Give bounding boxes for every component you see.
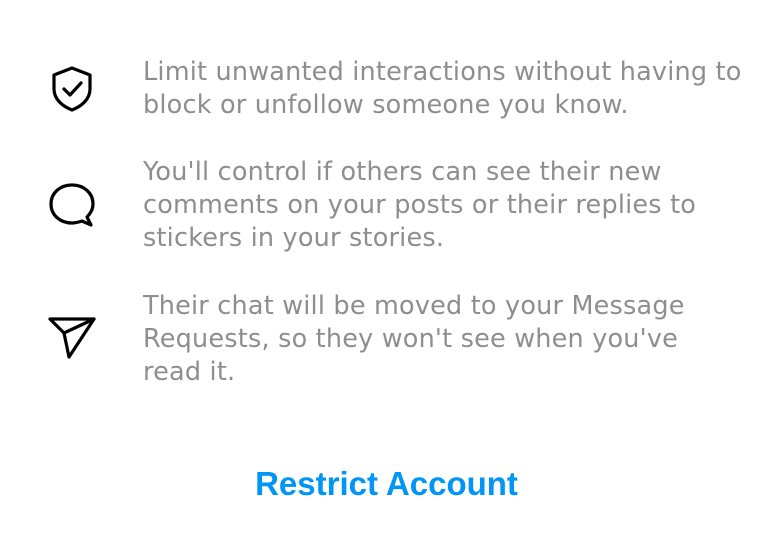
feature-text: You'll control if others can see their n… — [143, 157, 697, 253]
restrict-info-screen: Limit unwanted interactions without havi… — [0, 0, 773, 546]
restrict-account-button[interactable]: Restrict Account — [0, 462, 773, 506]
paper-plane-icon — [44, 309, 100, 365]
feature-text: Limit unwanted interactions without havi… — [143, 57, 742, 120]
shield-check-icon — [44, 61, 100, 117]
comment-bubble-icon — [44, 177, 100, 233]
feature-text: Their chat will be moved to your Message… — [143, 291, 685, 387]
